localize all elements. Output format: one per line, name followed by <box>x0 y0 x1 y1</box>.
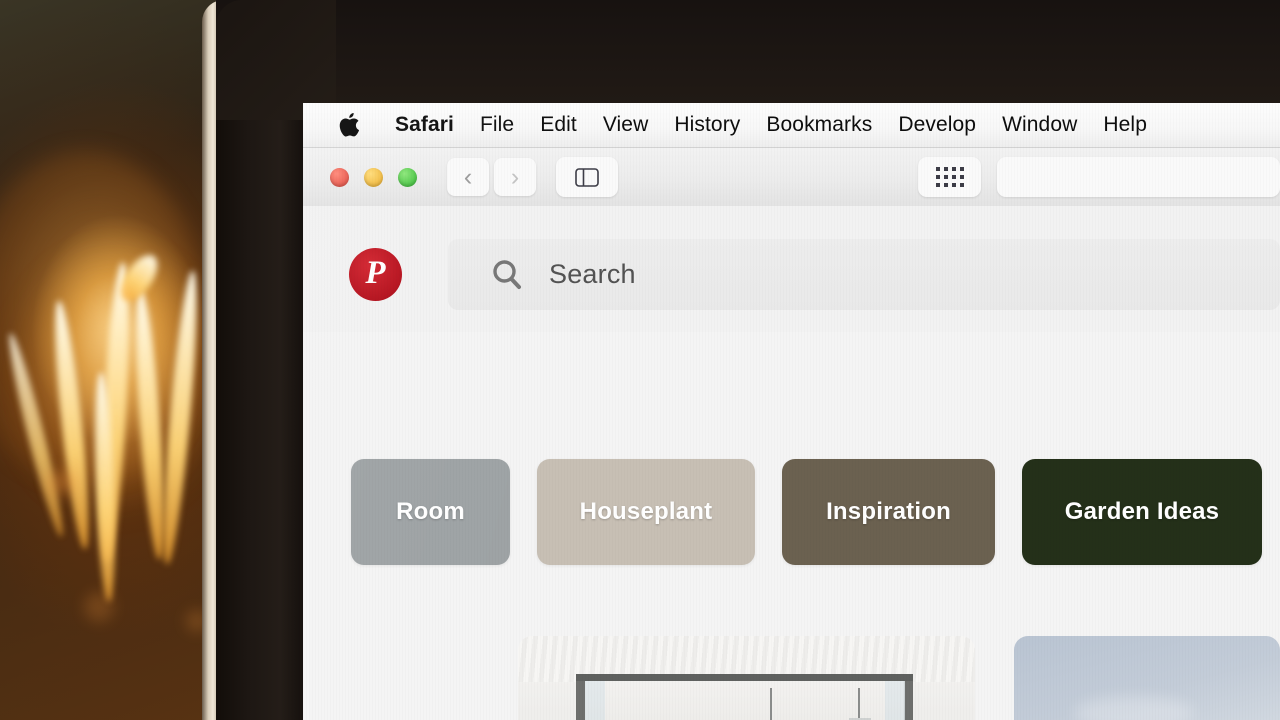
menu-item-safari[interactable]: Safari <box>382 113 467 137</box>
laptop-corner <box>216 0 336 120</box>
chip-label: Room <box>396 498 465 525</box>
pin-image <box>1014 636 1280 720</box>
photo-scene: Safari File Edit View History Bookmarks … <box>0 0 1280 720</box>
zoom-button[interactable] <box>398 167 417 187</box>
pin-grid <box>303 636 1280 720</box>
grid-dots-icon <box>935 167 964 187</box>
sidebar-toggle-icon <box>575 167 599 187</box>
macos-menu-bar: Safari File Edit View History Bookmarks … <box>303 103 1280 148</box>
menu-item-file[interactable]: File <box>467 113 527 137</box>
chip-houseplant[interactable]: Houseplant <box>537 459 755 565</box>
pinterest-logo-icon[interactable]: P <box>349 248 402 301</box>
chevron-left-icon: ‹ <box>463 162 473 191</box>
sidebar-toggle-button[interactable] <box>556 157 618 197</box>
pin-image <box>518 636 975 720</box>
bokeh-dot <box>48 470 74 496</box>
bulb-filaments <box>0 0 230 603</box>
chip-garden-ideas[interactable]: Garden Ideas <box>1022 459 1262 565</box>
chip-inspiration[interactable]: Inspiration <box>782 459 995 565</box>
window-controls <box>330 167 417 187</box>
back-button[interactable]: ‹ <box>447 158 489 196</box>
menu-item-edit[interactable]: Edit <box>527 113 590 137</box>
search-placeholder: Search <box>549 259 636 289</box>
chip-label: Inspiration <box>826 498 951 525</box>
menu-item-develop[interactable]: Develop <box>885 113 989 137</box>
safari-toolbar: ‹ › <box>303 148 1280 207</box>
sidebar-group <box>556 157 618 197</box>
kitchen-bifold-doors-pin[interactable] <box>518 636 975 720</box>
pinterest-logo-letter: P <box>365 255 386 291</box>
minimize-button[interactable] <box>364 167 383 187</box>
chip-label: Garden Ideas <box>1064 498 1220 525</box>
menu-item-window[interactable]: Window <box>989 113 1090 137</box>
pinterest-header: P Search <box>303 206 1280 332</box>
navigation-buttons: ‹ › <box>447 158 536 196</box>
search-input[interactable]: Search <box>448 239 1280 310</box>
address-bar[interactable] <box>997 157 1280 197</box>
chevron-right-icon: › <box>510 162 520 191</box>
pinterest-page: P Search Room Houseplant Inspiration Gar… <box>303 206 1280 720</box>
chip-label: Houseplant <box>579 498 713 525</box>
laptop-screen: Safari File Edit View History Bookmarks … <box>303 103 1280 720</box>
forward-button[interactable]: › <box>494 158 536 196</box>
category-chip-row: Room Houseplant Inspiration Garden Ideas <box>303 459 1280 565</box>
sky-clouds-pin[interactable] <box>1014 636 1280 720</box>
menu-item-help[interactable]: Help <box>1090 113 1160 137</box>
chip-room[interactable]: Room <box>351 459 510 565</box>
tab-overview-button[interactable] <box>918 157 981 197</box>
menu-item-view[interactable]: View <box>590 113 662 137</box>
menu-item-history[interactable]: History <box>661 113 753 137</box>
bokeh-dot <box>84 592 114 622</box>
close-button[interactable] <box>330 167 349 187</box>
search-icon <box>493 259 521 289</box>
menu-item-bookmarks[interactable]: Bookmarks <box>753 113 885 137</box>
laptop-bezel-top <box>216 0 1280 104</box>
apple-logo-icon[interactable] <box>336 110 362 140</box>
